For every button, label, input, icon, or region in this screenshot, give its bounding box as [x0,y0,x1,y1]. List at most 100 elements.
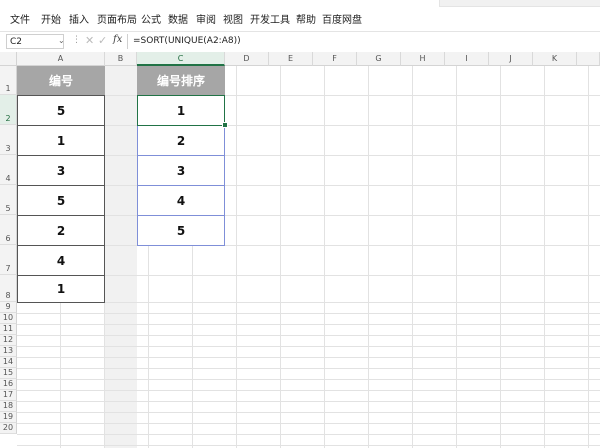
insert-function-icon[interactable]: fx [113,34,122,45]
col-header-i[interactable]: I [445,52,489,66]
menu-file[interactable]: 文件 [10,11,30,26]
menu-formulas[interactable]: 公式 [141,11,161,26]
name-box[interactable]: C2 [6,34,64,49]
col-header-d[interactable]: D [225,52,269,66]
row-header-13[interactable]: 13 [0,346,17,357]
menu-help[interactable]: 帮助 [296,11,316,26]
cell-a3[interactable]: 1 [17,125,105,156]
row-line [17,379,600,380]
menu-data[interactable]: 数据 [168,11,188,26]
row-line [17,445,600,446]
row-header-14[interactable]: 14 [0,357,17,368]
row-number: 6 [5,234,11,243]
row-line [17,434,600,435]
row-line [17,313,600,314]
row-number: 1 [5,84,11,93]
cell-c2-selected[interactable]: 1 [137,95,225,126]
row-header-12[interactable]: 12 [0,335,17,346]
row-number: 17 [2,390,14,399]
row-header-4[interactable]: 4 [0,155,17,185]
row-header-2[interactable]: 2 [0,95,17,125]
col-header-b[interactable]: B [105,52,137,66]
row-number: 13 [2,346,14,355]
row-header-17[interactable]: 17 [0,390,17,401]
formula-divider [127,34,128,49]
menu-view[interactable]: 视图 [223,11,243,26]
row-line [17,423,600,424]
cell-c4[interactable]: 3 [137,155,225,186]
row-number: 15 [2,368,14,377]
col-header-g[interactable]: G [357,52,401,66]
row-number: 4 [5,174,11,183]
row-header-9[interactable]: 9 [0,302,17,313]
row-number: 7 [5,264,11,273]
cell-c5[interactable]: 4 [137,185,225,216]
row-header-10[interactable]: 10 [0,313,17,324]
fill-handle[interactable] [222,122,228,128]
row-number: 5 [5,204,11,213]
cell-a5[interactable]: 5 [17,185,105,216]
menu-page-layout[interactable]: 页面布局 [97,11,137,26]
col-header-j[interactable]: J [489,52,533,66]
cell-c1-header[interactable]: 编号排序 [137,66,225,95]
row-line [17,412,600,413]
row-line [17,390,600,391]
row-number: 18 [2,401,14,410]
col-header-more[interactable] [577,52,600,66]
row-number: 2 [5,114,11,123]
row-header-1[interactable]: 1 [0,66,17,95]
more-dots-icon: ⋮ [72,35,81,45]
col-header-h[interactable]: H [401,52,445,66]
row-header-5[interactable]: 5 [0,185,17,215]
col-header-c[interactable]: C [137,52,225,66]
row-number: 20 [2,423,14,432]
formula-bar: C2 ⌄ ⋮ ✕ ✓ fx =SORT(UNIQUE(A2:A8)) [0,31,600,53]
cell-a6[interactable]: 2 [17,215,105,246]
row-header-15[interactable]: 15 [0,368,17,379]
cell-c3[interactable]: 2 [137,125,225,156]
row-header-8[interactable]: 8 [0,275,17,302]
formula-input[interactable]: =SORT(UNIQUE(A2:A8)) [133,36,241,46]
row-number: 12 [2,335,14,344]
row-header-11[interactable]: 11 [0,324,17,335]
row-number: 19 [2,412,14,421]
row-number: 8 [5,291,11,300]
menu-home[interactable]: 开始 [41,11,61,26]
confirm-icon[interactable]: ✓ [98,34,107,47]
cell-a1-header[interactable]: 编号 [17,66,105,95]
chevron-down-icon[interactable]: ⌄ [58,36,65,45]
row-line [17,346,600,347]
cell-a8[interactable]: 1 [17,275,105,303]
row-line [17,368,600,369]
row-header-7[interactable]: 7 [0,245,17,275]
cell-a4[interactable]: 3 [17,155,105,186]
row-header-3[interactable]: 3 [0,125,17,155]
menu-review[interactable]: 审阅 [196,11,216,26]
col-header-a[interactable]: A [17,52,105,66]
row-header-6[interactable]: 6 [0,215,17,245]
row-line [17,357,600,358]
cell-c6[interactable]: 5 [137,215,225,246]
col-header-e[interactable]: E [269,52,313,66]
row-number: 9 [5,302,11,311]
cell-a2[interactable]: 5 [17,95,105,126]
menu-insert[interactable]: 插入 [69,11,89,26]
row-number: 14 [2,357,14,366]
row-header-18[interactable]: 18 [0,401,17,412]
row-number: 11 [2,324,14,333]
cancel-icon[interactable]: ✕ [85,34,94,47]
col-header-k[interactable]: K [533,52,577,66]
select-all-corner[interactable] [0,52,17,66]
menu-developer[interactable]: 开发工具 [250,11,290,26]
row-number: 16 [2,379,14,388]
cell-a7[interactable]: 4 [17,245,105,276]
row-number: 10 [2,313,14,322]
row-header-19[interactable]: 19 [0,412,17,423]
col-header-f[interactable]: F [313,52,357,66]
row-number: 3 [5,144,11,153]
menu-baidu-netdisk[interactable]: 百度网盘 [322,11,362,26]
row-line [17,324,600,325]
row-header-20[interactable]: 20 [0,423,17,434]
row-header-16[interactable]: 16 [0,379,17,390]
worksheet[interactable]: A B C D E F G H I J K 1 2 3 4 5 6 7 8 9 … [0,52,600,448]
